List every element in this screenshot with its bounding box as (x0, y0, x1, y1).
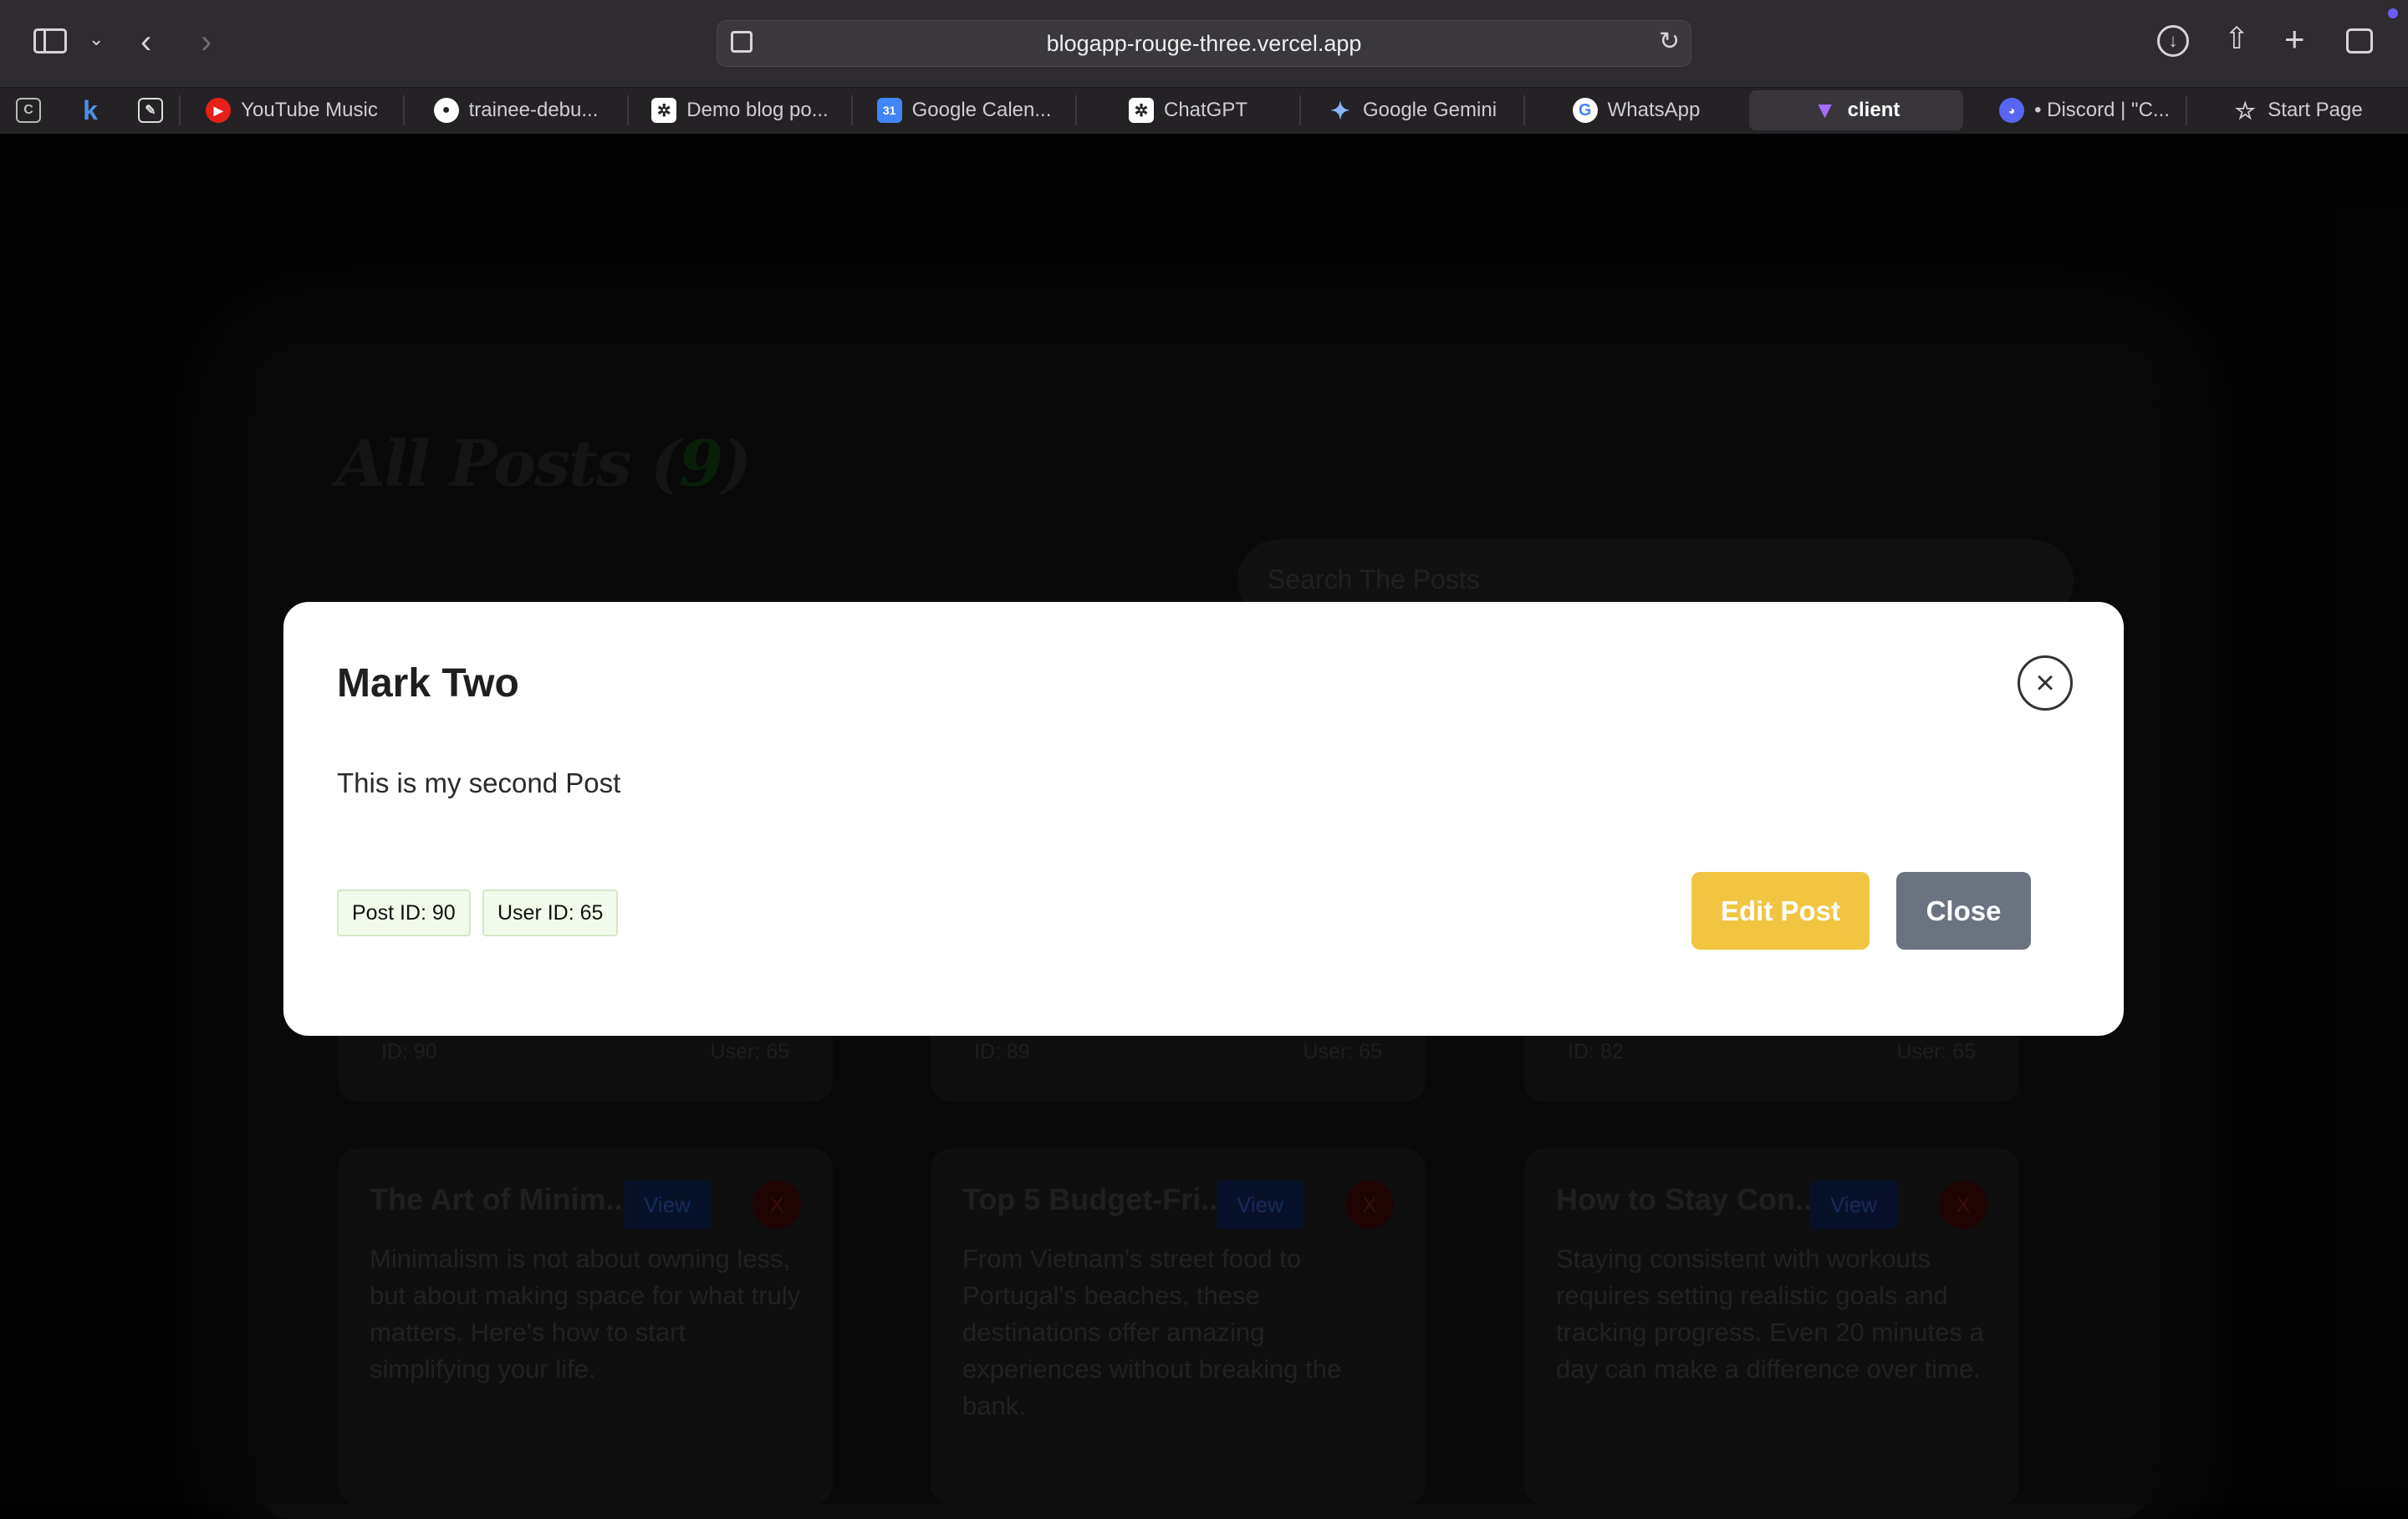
chatgpt-icon: ✲ (1128, 98, 1154, 123)
modal-title: Mark Two (337, 661, 519, 706)
pinned-tab-1[interactable]: C (10, 90, 47, 130)
tab-label: ChatGPT (1163, 99, 1248, 121)
pinned-site-icon: C (16, 98, 41, 123)
browser-toolbar: ⌄ ‹ › blogapp-rouge-three.vercel.app ↻ ↓… (0, 0, 2408, 87)
pinned-tab-2[interactable]: k (72, 90, 109, 130)
tab-label: client (1847, 99, 1900, 121)
google-calendar-icon: 31 (876, 98, 902, 123)
k-logo-icon: k (83, 94, 98, 125)
tab-demo-blog[interactable]: ✲ Demo blog po... (629, 90, 851, 130)
reload-icon[interactable]: ↻ (1659, 29, 1680, 54)
tab-google-calendar[interactable]: 31 Google Calen... (853, 90, 1075, 130)
address-bar[interactable]: blogapp-rouge-three.vercel.app ↻ (717, 20, 1691, 67)
forward-icon[interactable]: › (201, 25, 212, 59)
tab-label: trainee-debu... (468, 99, 599, 121)
tab-google-gemini[interactable]: ✦ Google Gemini (1301, 90, 1523, 130)
tab-label: YouTube Music (241, 99, 378, 121)
edit-post-button[interactable]: Edit Post (1691, 872, 1870, 950)
url-text[interactable]: blogapp-rouge-three.vercel.app (717, 31, 1691, 57)
pinned-tab-3[interactable]: ✎ (132, 90, 169, 130)
tab-label: • Discord | "C... (2034, 99, 2170, 121)
tab-label: WhatsApp (1607, 99, 1701, 121)
chevron-down-icon[interactable]: ⌄ (89, 30, 104, 48)
tab-discord[interactable]: ◕ • Discord | "C... (1973, 90, 2196, 130)
github-icon: ● (433, 98, 459, 123)
tab-start-page[interactable]: ☆ Start Page (2187, 90, 2408, 130)
tab-whatsapp[interactable]: G WhatsApp (1525, 90, 1747, 130)
modal-body: This is my second Post (337, 767, 621, 798)
google-icon: G (1572, 98, 1598, 123)
close-icon[interactable]: × (2018, 655, 2073, 711)
tab-youtube-music[interactable]: ▶ YouTube Music (181, 90, 403, 130)
vite-icon: ▼ (1813, 97, 1837, 123)
share-icon[interactable]: ⇧ (2224, 23, 2249, 54)
back-icon[interactable]: ‹ (140, 25, 151, 59)
tab-label: Start Page (2268, 99, 2363, 121)
chatgpt-icon: ✲ (651, 98, 677, 123)
sidebar-toggle-icon[interactable] (33, 28, 67, 54)
pencil-icon: ✎ (138, 98, 163, 123)
tab-label: Demo blog po... (686, 99, 829, 121)
new-tab-icon[interactable]: + (2284, 22, 2305, 57)
tab-label: Google Gemini (1362, 99, 1497, 121)
youtube-music-icon: ▶ (206, 98, 232, 123)
close-button[interactable]: Close (1896, 872, 2031, 950)
tab-client[interactable]: ▼ client (1749, 90, 1963, 130)
post-id-badge: Post ID: 90 (337, 889, 471, 936)
tab-github[interactable]: ● trainee-debu... (405, 90, 627, 130)
tab-overview-icon[interactable] (2346, 28, 2373, 54)
discord-icon: ◕ (1999, 98, 2025, 123)
post-modal: Mark Two × This is my second Post Post I… (283, 602, 2124, 1036)
notification-dot (2388, 8, 2398, 18)
tab-label: Google Calen... (911, 99, 1052, 121)
gemini-icon: ✦ (1330, 97, 1350, 124)
tab-chatgpt[interactable]: ✲ ChatGPT (1077, 90, 1299, 130)
downloads-icon[interactable]: ↓ (2157, 25, 2189, 57)
user-id-badge: User ID: 65 (482, 889, 619, 936)
star-icon: ☆ (2234, 97, 2256, 124)
